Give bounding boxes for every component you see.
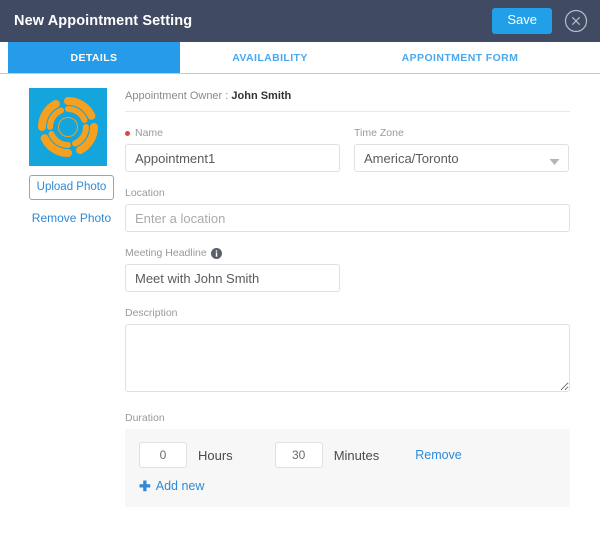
duration-section: Duration Hours Minutes Remove ✚ Add new — [125, 412, 570, 507]
location-label: Location — [125, 187, 165, 199]
duration-label: Duration — [125, 412, 165, 424]
headline-label: Meeting Headline — [125, 247, 207, 259]
duration-minutes-input[interactable] — [274, 442, 323, 468]
timezone-select-wrap — [354, 144, 569, 172]
titlebar: New Appointment Setting Save — [0, 0, 600, 42]
save-button[interactable]: Save — [492, 8, 552, 34]
info-icon[interactable] — [210, 247, 222, 259]
headline-input[interactable] — [125, 264, 340, 292]
name-input[interactable] — [125, 144, 340, 172]
appointment-owner-name: John Smith — [231, 90, 292, 102]
duration-panel: Hours Minutes Remove ✚ Add new — [125, 429, 570, 507]
timezone-field-group: Time Zone — [354, 127, 569, 172]
description-textarea[interactable] — [125, 324, 570, 392]
plus-icon: ✚ — [139, 478, 151, 494]
page-title: New Appointment Setting — [14, 13, 193, 29]
timezone-label: Time Zone — [354, 127, 404, 139]
duration-row: Hours Minutes Remove — [139, 442, 570, 468]
location-field-group: Location — [125, 187, 570, 232]
appointment-owner-prefix: Appointment Owner : — [125, 90, 232, 102]
photo-column: Upload Photo Remove Photo — [0, 88, 125, 507]
appointment-owner: Appointment Owner : John Smith — [125, 88, 570, 102]
description-field-group: Description — [125, 307, 570, 397]
duration-hours-label: Hours — [198, 447, 233, 463]
location-input[interactable] — [125, 204, 570, 232]
close-circle-icon[interactable] — [564, 9, 588, 33]
headline-label-wrap: Meeting Headline — [125, 247, 570, 259]
name-label: Name — [135, 127, 164, 139]
remove-photo-link[interactable]: Remove Photo — [29, 211, 114, 225]
duration-hours-input[interactable] — [139, 442, 187, 468]
tab-details[interactable]: DETAILS — [8, 42, 180, 73]
content-area: Upload Photo Remove Photo Appointment Ow… — [0, 74, 600, 507]
tab-availability[interactable]: AVAILABILITY — [180, 42, 360, 73]
duration-add-new-label: Add new — [155, 479, 205, 493]
orange-ring-logo — [29, 88, 107, 166]
duration-minutes-label: Minutes — [333, 447, 380, 463]
required-dot-icon — [125, 130, 130, 136]
upload-photo-button[interactable]: Upload Photo — [29, 175, 114, 200]
name-timezone-row: Name Time Zone — [125, 127, 570, 172]
duration-add-new-button[interactable]: ✚ Add new — [139, 479, 204, 493]
description-label: Description — [125, 307, 178, 319]
form-column: Appointment Owner : John Smith Name Time… — [125, 88, 600, 507]
duration-remove-link[interactable]: Remove — [415, 448, 462, 462]
name-label-wrap: Name — [125, 127, 340, 139]
tab-bar: DETAILS AVAILABILITY APPOINTMENT FORM — [0, 42, 600, 74]
name-field-group: Name — [125, 127, 340, 172]
owner-divider — [125, 111, 570, 112]
headline-field-group: Meeting Headline — [125, 247, 570, 292]
timezone-select[interactable] — [354, 144, 569, 172]
tab-appointment-form[interactable]: APPOINTMENT FORM — [360, 42, 560, 73]
